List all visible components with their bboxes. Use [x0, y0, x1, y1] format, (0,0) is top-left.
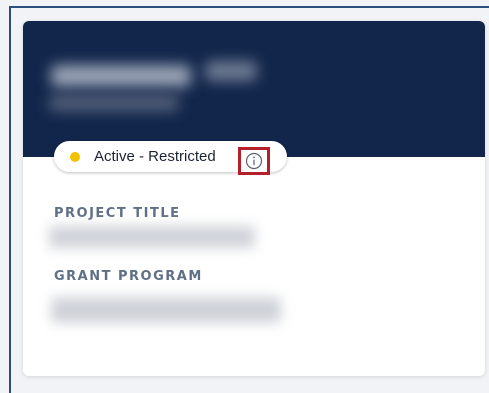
redacted-project-subtitle — [49, 95, 179, 111]
info-circle-icon — [245, 152, 263, 170]
redacted-project-name — [51, 65, 191, 87]
status-label: Active - Restricted — [94, 148, 216, 165]
project-card: Active - Restricted PROJECT TITLE GRANT … — [23, 21, 485, 376]
redacted-grant-program-value — [51, 297, 281, 323]
card-header — [23, 21, 485, 157]
window-frame-left — [9, 6, 11, 393]
redacted-project-name-part — [205, 61, 257, 81]
grant-program-label: GRANT PROGRAM — [54, 269, 203, 284]
project-title-label: PROJECT TITLE — [54, 206, 181, 221]
status-info-button[interactable] — [238, 147, 270, 175]
redacted-project-title-value — [49, 226, 255, 248]
status-dot-icon — [70, 151, 80, 162]
window-frame-top — [9, 6, 489, 8]
